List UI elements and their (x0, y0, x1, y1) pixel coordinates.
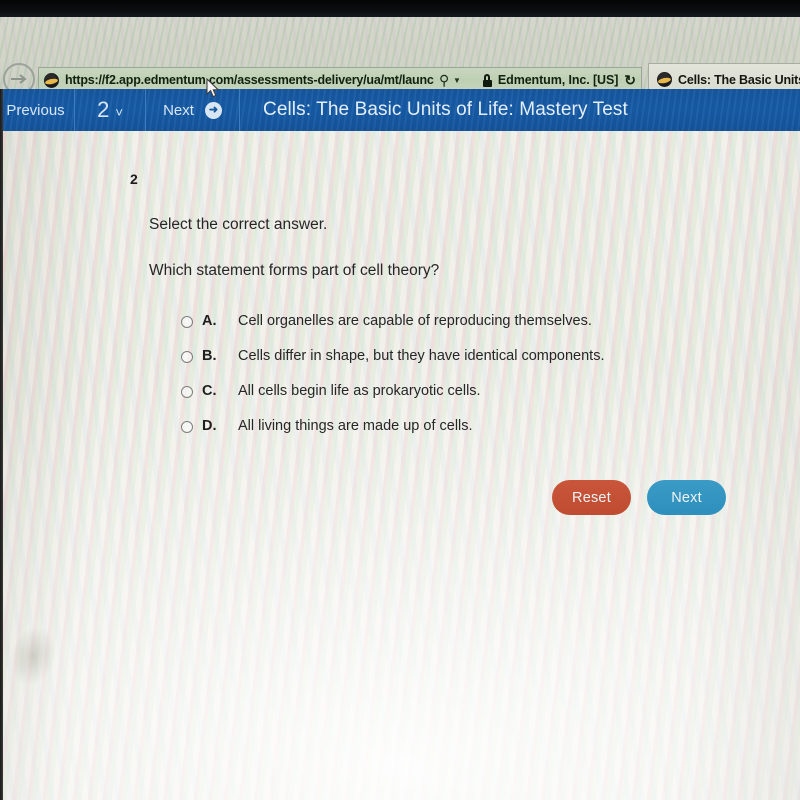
option-letter: B. (202, 348, 217, 364)
current-question-number: 2 (97, 97, 110, 122)
option-text: All cells begin life as prokaryotic cell… (238, 383, 481, 399)
question-number-label: 2 (130, 171, 138, 187)
radio-button-icon[interactable] (181, 386, 193, 398)
internet-explorer-icon (44, 72, 59, 88)
browser-chrome: https://f2.app.edmentum.com/assessments-… (0, 17, 800, 89)
answer-option-d[interactable]: D. All living things are made up of cell… (181, 418, 604, 453)
action-buttons: Reset Next (552, 480, 726, 515)
address-bar[interactable]: https://f2.app.edmentum.com/assessments-… (38, 67, 642, 89)
option-letter: C. (202, 383, 217, 399)
question-selector-dropdown[interactable]: 2 ˅ (75, 89, 146, 131)
radio-button-icon[interactable] (181, 351, 193, 363)
answer-option-c[interactable]: C. All cells begin life as prokaryotic c… (181, 383, 604, 418)
url-text: https://f2.app.edmentum.com/assessments-… (65, 73, 434, 87)
monitor-bezel-top (0, 0, 800, 17)
option-text: Cell organelles are capable of reproduci… (238, 313, 592, 329)
search-icon[interactable]: ⚲ (439, 72, 449, 89)
answer-option-a[interactable]: A. Cell organelles are capable of reprod… (181, 313, 604, 348)
screen-photo: https://f2.app.edmentum.com/assessments-… (0, 0, 800, 800)
question-instruction: Select the correct answer. (149, 216, 328, 233)
option-letter: D. (202, 418, 217, 434)
radio-button-icon[interactable] (181, 316, 193, 328)
next-button-label: Next (163, 101, 194, 119)
assessment-navbar: Previous 2 ˅ Next ➜ Cells: The Basic Uni… (3, 89, 800, 131)
chevron-down-icon: ˅ (115, 104, 123, 120)
arrow-right-circle-icon: ➜ (204, 101, 222, 119)
next-question-button[interactable]: Next ➜ (146, 89, 240, 131)
internet-explorer-icon (657, 72, 672, 87)
reset-button[interactable]: Reset (552, 480, 631, 515)
option-letter: A. (202, 313, 217, 329)
question-stem: Which statement forms part of cell theor… (149, 262, 440, 279)
refresh-icon[interactable]: ↻ (624, 72, 636, 89)
site-identity-label: Edmentum, Inc. [US] (497, 73, 619, 87)
answer-option-b[interactable]: B. Cells differ in shape, but they have … (181, 348, 604, 383)
chevron-down-icon[interactable]: ▼ (453, 76, 461, 85)
assessment-title: Cells: The Basic Units of Life: Mastery … (263, 99, 628, 120)
radio-button-icon[interactable] (181, 421, 193, 433)
question-page: 2 Select the correct answer. Which state… (3, 131, 800, 800)
answer-options-list: A. Cell organelles are capable of reprod… (181, 313, 604, 453)
browser-tab-title: Cells: The Basic Units (678, 72, 800, 87)
question-content: 2 Select the correct answer. Which state… (3, 131, 800, 800)
previous-question-button[interactable]: Previous (3, 89, 75, 131)
lock-icon (482, 73, 493, 87)
browser-tab[interactable]: Cells: The Basic Units (648, 63, 800, 89)
forward-arrow-circle-icon[interactable] (3, 63, 35, 89)
previous-button-label: Previous (6, 101, 65, 119)
option-text: All living things are made up of cells. (238, 418, 473, 434)
next-button[interactable]: Next (647, 480, 726, 515)
option-text: Cells differ in shape, but they have ide… (238, 348, 605, 364)
